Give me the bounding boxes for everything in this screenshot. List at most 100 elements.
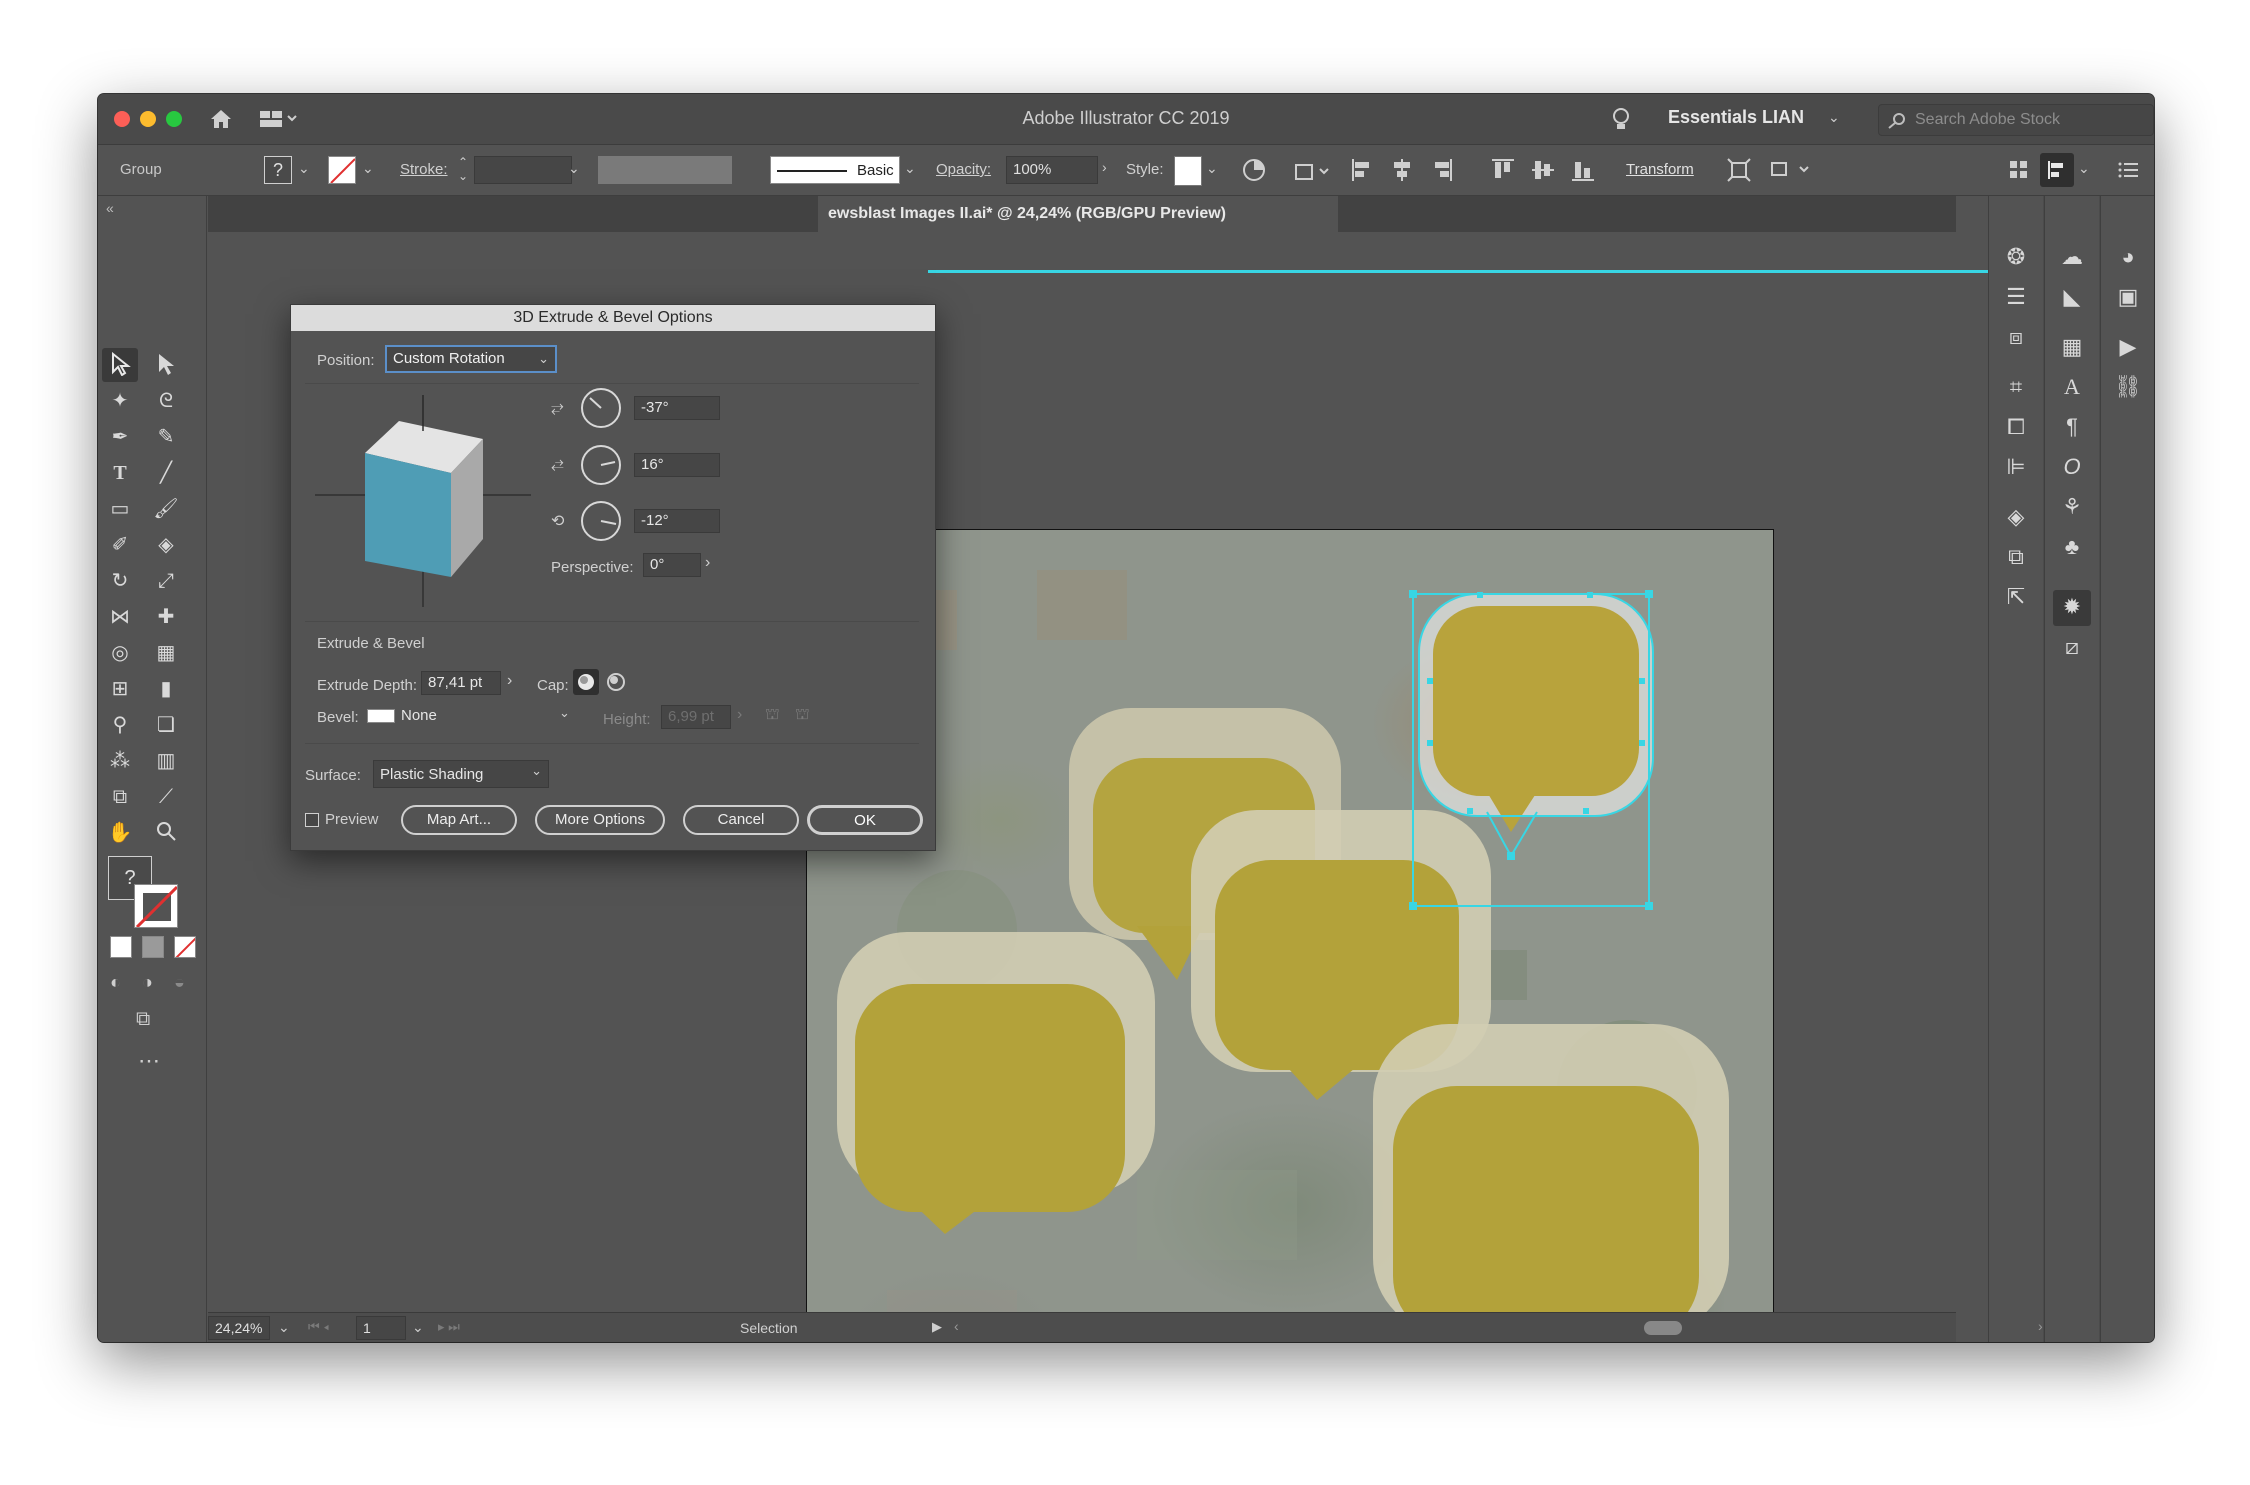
stroke-weight-input[interactable] [474,156,572,184]
transform-panel-icon[interactable]: ⌗ [2001,372,2031,402]
paintbrush-tool-icon[interactable]: 🖌 [153,496,179,522]
stroke-weight-stepper[interactable]: ⌃ ⌄ [458,155,468,183]
position-select[interactable]: Custom Rotation ⌄ [385,345,557,373]
swatches-icon[interactable]: ▦ [2057,332,2087,362]
brushes-icon[interactable]: ☁ [2057,242,2087,272]
magic-wand-tool-icon[interactable]: ✦ [107,388,133,414]
align-panel-icon[interactable]: ⊫ [2001,452,2031,482]
perspective-slider-arrow-icon[interactable]: › [705,554,710,572]
bevel-extent-out-icon[interactable]: ⛫ [795,705,810,725]
gradient-mode-button[interactable] [142,936,164,958]
ok-button[interactable]: OK [807,805,923,835]
artboard[interactable] [806,529,1774,1342]
align-panel-toggle-icon[interactable] [2040,153,2074,187]
eraser-tool-icon[interactable]: ◈ [153,532,179,558]
edit-toolbar-icon[interactable]: ⋯ [138,1048,160,1074]
lightbulb-icon[interactable] [1610,106,1632,137]
curvature-tool-icon[interactable]: ✎ [153,424,179,450]
lasso-tool-icon[interactable]: ᘓ [153,388,179,414]
width-tool-icon[interactable]: ⋈ [107,604,133,630]
type-tool-icon[interactable]: T [107,460,133,486]
align-chevron-icon[interactable]: ⌄ [2078,160,2090,177]
cap-on-button[interactable] [573,669,599,695]
gradient-tool-icon[interactable]: ▮ [153,676,179,702]
workspace-switcher[interactable]: Essentials LIAN [1668,107,1804,128]
rotate-x-input[interactable]: -37° [634,396,720,420]
puppet-warp-tool-icon[interactable]: ✚ [153,604,179,630]
perspective-input[interactable]: 0° [643,553,701,577]
zoom-level-input[interactable]: 24,24% [208,1316,270,1340]
line-tool-icon[interactable]: ╱ [153,460,179,486]
zoom-chevron-icon[interactable]: ⌄ [278,1319,290,1336]
recolor-artwork-icon[interactable] [1242,158,1266,187]
status-menu-arrow-icon[interactable]: ▶ [932,1319,942,1335]
export-icon[interactable]: ⇱ [2001,582,2031,612]
extrude-depth-input[interactable]: 87,41 pt [421,671,501,695]
height-input[interactable]: 6,99 pt [661,705,731,729]
transform-link[interactable]: Transform [1626,161,1694,178]
brush-definition-select[interactable]: Basic [770,156,900,184]
last-artboard-icon[interactable]: ▸ ⏭ [438,1319,460,1335]
workspace-chevron-icon[interactable]: ⌄ [1828,109,1840,126]
cc-libraries-icon[interactable]: ❂ [2001,242,2031,272]
glyphs-icon[interactable]: ⚘ [2057,492,2087,522]
cap-off-button[interactable] [603,669,629,695]
preview-checkbox[interactable] [305,813,319,827]
stock-search-box[interactable]: Search Adobe Stock [1878,104,2154,136]
symbol-sprayer-tool-icon[interactable]: ⁂ [107,748,133,774]
map-art-button[interactable]: Map Art... [401,805,517,835]
selection-tool-icon[interactable] [107,351,133,378]
bevel-select[interactable]: None ⌄ [367,703,575,729]
document-tab[interactable]: ewsblast Images II.ai* @ 24,24% (RGB/GPU… [818,196,1338,232]
extrude-depth-arrow-icon[interactable]: › [507,672,512,690]
opacity-input[interactable]: 100% [1006,156,1098,184]
scroll-right-icon[interactable]: › [2038,1318,2043,1334]
color-panel-icon[interactable]: ◕ [2113,242,2143,272]
paragraph-icon[interactable]: ¶ [2057,412,2087,442]
slice-tool-icon[interactable]: ⟋ [153,784,179,810]
surface-select[interactable]: Plastic Shading ⌄ [373,760,549,788]
speech-bubble-3d-4[interactable] [1373,1024,1729,1342]
align-top-icon[interactable] [1490,157,1516,188]
style-chevron-icon[interactable]: ⌄ [1206,160,1218,177]
variable-width-profile[interactable] [598,156,732,184]
rotation-track-cube[interactable] [311,391,535,611]
rotate-tool-icon[interactable]: ↻ [107,568,133,594]
rotate-x-dial[interactable] [581,388,621,428]
stroke-color-box[interactable] [134,884,178,928]
collapse-tools-icon[interactable]: « [106,200,114,216]
horizontal-scroll-thumb[interactable] [1644,1321,1682,1335]
fill-swatch-button[interactable]: ? [264,156,292,184]
rotate-z-input[interactable]: -12° [634,509,720,533]
properties-icon[interactable]: ☰ [2001,282,2031,312]
arrange-panels-icon[interactable] [2008,157,2030,188]
align-right-icon[interactable] [1430,157,1454,188]
rotate-y-dial[interactable] [581,445,621,485]
stroke-label[interactable]: Stroke: [400,161,448,178]
shape-builder-tool-icon[interactable]: ◎ [107,640,133,666]
more-options-button[interactable]: More Options [535,805,665,835]
appearance-icon[interactable]: ✹ [2057,592,2087,622]
symbols-icon[interactable]: ♣ [2057,532,2087,562]
actions-icon[interactable]: ▶ [2113,332,2143,362]
stroke-swatch-button[interactable] [328,156,356,184]
character-icon[interactable]: A [2057,372,2087,402]
align-middle-icon[interactable] [1530,157,1556,188]
shaper-tool-icon[interactable]: ✐ [107,532,133,558]
scale-tool-icon[interactable]: ⤢ [153,568,179,594]
gradient-panel-icon[interactable]: ◣ [2057,282,2087,312]
align-left-icon[interactable] [1350,157,1374,188]
graphic-styles-icon[interactable]: ⧄ [2057,632,2087,662]
artboards-icon[interactable]: ⧉ [2001,542,2031,572]
layers-icon[interactable]: ◈ [2001,502,2031,532]
opacity-label[interactable]: Opacity: [936,161,991,178]
artboard-chevron-icon[interactable]: ⌄ [412,1319,424,1336]
perspective-grid-tool-icon[interactable]: ▦ [153,640,179,666]
stroke-weight-chevron-icon[interactable]: ⌄ [568,160,580,177]
isolate-icon[interactable] [1294,159,1334,188]
bevel-extent-in-icon[interactable]: ⛫ [765,705,780,725]
none-mode-button[interactable] [174,936,196,958]
blend-tool-icon[interactable]: ❏ [153,712,179,738]
first-artboard-icon[interactable]: ⏮ ◂ [308,1319,329,1335]
draw-normal-icon[interactable]: ◐ [110,972,121,993]
